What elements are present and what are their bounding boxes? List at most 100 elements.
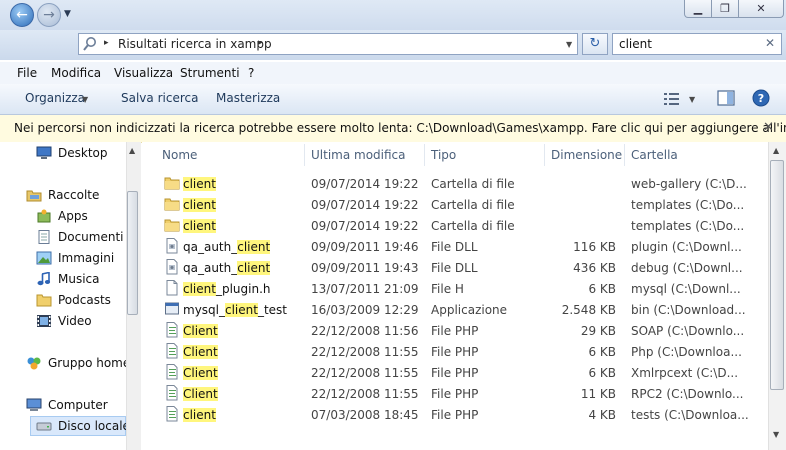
search-input[interactable]: [612, 33, 782, 55]
menu-file[interactable]: File: [17, 66, 37, 80]
cell-type: Cartella di file: [431, 177, 515, 191]
column-divider[interactable]: [304, 144, 305, 166]
cell-folder: plugin (C:\Downl...: [631, 240, 742, 254]
search-match-highlight: client: [183, 408, 216, 422]
maximize-button[interactable]: ❐: [711, 0, 739, 18]
close-infobar-icon[interactable]: ✕: [763, 120, 774, 135]
file-list-scroll-thumb[interactable]: [770, 160, 784, 390]
column-divider[interactable]: [624, 144, 625, 166]
file-name[interactable]: client: [183, 177, 216, 191]
column-header-type[interactable]: Tipo: [431, 148, 456, 162]
cell-type: Applicazione: [431, 303, 508, 317]
nav-item-desktop[interactable]: Desktop: [58, 146, 108, 160]
column-header-size[interactable]: Dimensione: [551, 148, 622, 162]
file-name[interactable]: qa_auth_client: [183, 261, 271, 275]
menu-tools[interactable]: Strumenti: [180, 66, 240, 80]
cell-folder: tests (C:\Downloa...: [631, 408, 749, 422]
search-match-highlight: client: [183, 282, 216, 296]
file-name[interactable]: Client: [183, 345, 218, 359]
organize-chevron-icon: ▼: [82, 95, 89, 104]
menu-view[interactable]: Visualizza: [114, 66, 173, 80]
search-match-highlight: client: [237, 240, 271, 254]
nav-item-documents[interactable]: Documenti: [58, 230, 124, 244]
save-search-button[interactable]: Salva ricerca: [121, 91, 198, 105]
forward-button[interactable]: →: [37, 3, 61, 27]
view-chevron-icon[interactable]: ▼: [689, 95, 695, 104]
nav-item-music[interactable]: Musica: [58, 272, 100, 286]
column-divider[interactable]: [544, 144, 545, 166]
view-options-icon[interactable]: [664, 92, 680, 106]
file-name[interactable]: client_plugin.h: [183, 282, 271, 296]
nav-item-libraries[interactable]: Raccolte: [48, 188, 99, 202]
cell-modified: 09/09/2011 19:46: [311, 240, 419, 254]
back-button[interactable]: ←: [10, 3, 34, 27]
file-name[interactable]: Client: [183, 387, 218, 401]
cell-type: File PHP: [431, 408, 479, 422]
column-header-folder[interactable]: Cartella: [631, 148, 678, 162]
file-name-prefix: mysql_: [183, 303, 225, 317]
cell-modified: 22/12/2008 11:55: [311, 366, 419, 380]
close-window-button[interactable]: ✕: [738, 0, 784, 18]
nav-item-computer[interactable]: Computer: [48, 398, 108, 412]
minimize-button[interactable]: ▁: [684, 0, 712, 18]
nav-scroll-thumb[interactable]: [127, 191, 138, 315]
help-icon[interactable]: ?: [752, 89, 770, 107]
file-name[interactable]: Client: [183, 324, 218, 338]
nav-item-apps[interactable]: Apps: [58, 209, 88, 223]
file-name[interactable]: client: [183, 198, 216, 212]
search-icon: [83, 37, 96, 51]
nav-scroll-up-icon[interactable]: ▲: [129, 146, 135, 155]
preview-pane-icon[interactable]: [717, 90, 735, 106]
clear-search-icon[interactable]: ✕: [765, 36, 775, 50]
cell-modified: 09/09/2011 19:43: [311, 261, 419, 275]
file-name[interactable]: client: [183, 219, 216, 233]
scroll-up-icon[interactable]: ▲: [773, 146, 779, 155]
file-name-prefix: qa_auth_: [183, 261, 238, 275]
nav-item-homegroup[interactable]: Gruppo home: [48, 356, 130, 370]
file-name[interactable]: Client: [183, 366, 218, 380]
breadcrumb-separator-end[interactable]: ▸: [258, 38, 263, 48]
chevron-down-icon: ▼: [64, 9, 71, 19]
nav-item-video[interactable]: Video: [58, 314, 92, 328]
search-match-highlight: Client: [183, 387, 218, 401]
cell-type: File H: [431, 282, 464, 296]
column-divider[interactable]: [424, 144, 425, 166]
cell-modified: 09/07/2014 19:22: [311, 198, 419, 212]
apps-icon: [37, 209, 51, 223]
chevron-down-icon: ▼: [566, 40, 573, 49]
cell-modified: 13/07/2011 21:09: [311, 282, 419, 296]
cell-size: 29 KB: [580, 324, 616, 338]
desktop-icon: [36, 146, 52, 159]
search-match-highlight: client: [237, 261, 271, 275]
file-name[interactable]: qa_auth_client: [183, 240, 271, 254]
images-icon: [36, 251, 52, 265]
nav-item-local-disk[interactable]: Disco locale: [58, 419, 130, 433]
organize-button[interactable]: Organizza: [25, 91, 85, 105]
column-header-name[interactable]: Nome: [162, 148, 197, 162]
music-icon: [37, 272, 51, 286]
breadcrumb-separator[interactable]: ▸: [104, 38, 109, 48]
arrow-right-icon: →: [43, 7, 55, 23]
nav-item-images[interactable]: Immagini: [58, 251, 114, 265]
cell-folder: templates (C:\Do...: [631, 219, 745, 233]
address-dropdown[interactable]: ▼: [566, 40, 572, 49]
recent-pages-dropdown[interactable]: ▼: [64, 9, 71, 19]
nav-item-podcasts[interactable]: Podcasts: [58, 293, 111, 307]
breadcrumb-current[interactable]: Risultati ricerca in xampp: [118, 37, 272, 51]
file-name[interactable]: mysql_client_test: [183, 303, 287, 317]
homegroup-icon: [27, 357, 41, 370]
cell-size: 116 KB: [573, 240, 616, 254]
cell-modified: 22/12/2008 11:55: [311, 345, 419, 359]
video-icon: [37, 315, 51, 327]
menu-help[interactable]: ?: [248, 66, 254, 80]
column-header-modified[interactable]: Ultima modifica: [311, 148, 406, 162]
burn-button[interactable]: Masterizza: [216, 91, 280, 105]
scroll-down-icon[interactable]: ▼: [773, 430, 779, 439]
file-name[interactable]: client: [183, 408, 216, 422]
cell-folder: templates (C:\Do...: [631, 198, 745, 212]
refresh-button[interactable]: ↻: [582, 33, 608, 55]
cell-folder: bin (C:\Download...: [631, 303, 746, 317]
cell-folder: SOAP (C:\Downlo...: [631, 324, 745, 338]
menu-edit[interactable]: Modifica: [51, 66, 101, 80]
index-warning-text[interactable]: Nei percorsi non indicizzati la ricerca …: [14, 121, 786, 135]
